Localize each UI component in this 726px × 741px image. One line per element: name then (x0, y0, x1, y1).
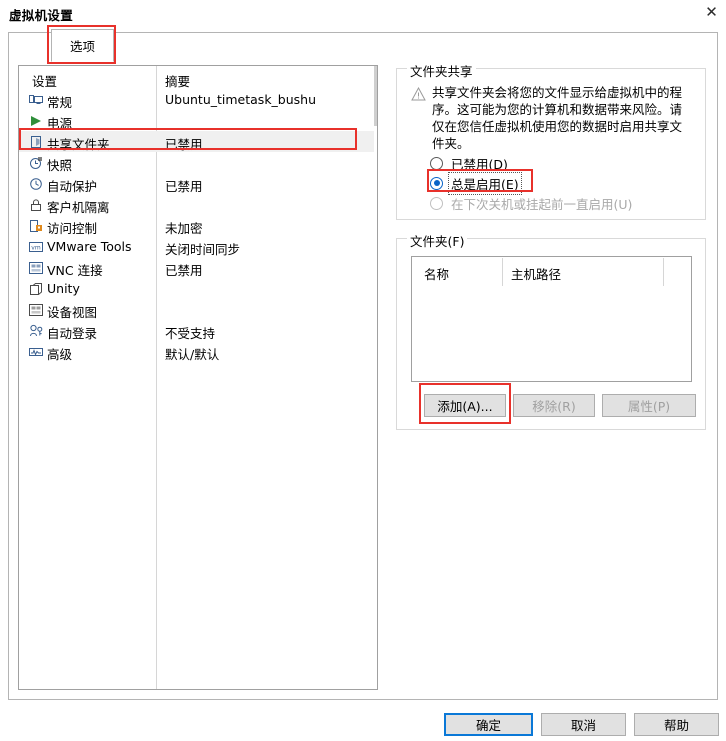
folder-sharing-group-title: 文件夹共享 (407, 61, 476, 80)
settings-list-item-summary: 已禁用 (165, 137, 203, 152)
ok-button[interactable]: 确定 (444, 713, 533, 736)
add-folder-button[interactable]: 添加(A)... (424, 394, 506, 417)
scrollbar-thumb[interactable] (374, 66, 377, 126)
settings-list-item-label: 快照 (47, 158, 73, 173)
settings-list-item-2[interactable]: 共享文件夹 已禁用 (19, 131, 377, 152)
folder-properties-button[interactable]: 属性(P) (602, 394, 696, 417)
radio-mark-always (430, 176, 443, 190)
settings-list-scrollbar[interactable] (374, 66, 377, 689)
unity-icon (28, 281, 44, 297)
settings-list-item-label: Unity (47, 281, 80, 296)
autologin-icon (28, 323, 44, 339)
settings-list-item-label: VNC 连接 (47, 263, 103, 278)
settings-list-item-8[interactable]: VNC 连接 已禁用 (19, 257, 377, 278)
settings-list-item-0[interactable]: 常规 Ubuntu_timetask_bushu (19, 89, 377, 110)
monitor-icon (28, 92, 44, 108)
settings-list-item-6[interactable]: 访问控制 未加密 (19, 215, 377, 236)
settings-list-item-label: 电源 (47, 116, 73, 131)
settings-list-item-summary: 已禁用 (165, 263, 203, 278)
settings-list-item-summary: 关闭时间同步 (165, 242, 241, 257)
tab-options[interactable]: 选项 (51, 29, 114, 62)
settings-list-item-7[interactable]: vm VMware Tools 关闭时间同步 (19, 236, 377, 257)
table-header-name: 名称 (424, 267, 450, 282)
settings-list-item-4[interactable]: 自动保护 已禁用 (19, 173, 377, 194)
header-setting: 设置 (32, 74, 58, 89)
settings-list[interactable]: 设置 摘要 常规 Ubuntu_timetask_bushu 电源 共享文件夹 已禁用快… (18, 65, 378, 690)
help-button[interactable]: 帮助 (634, 713, 719, 736)
window-title: 虚拟机设置 (9, 8, 74, 23)
radio-mark-until (430, 196, 443, 210)
folder-sharing-warning-text: 共享文件夹会将您的文件显示给虚拟机中的程序。这可能为您的计算机和数据带来风险。请… (432, 85, 683, 151)
settings-list-item-label: 高级 (47, 347, 73, 362)
folders-group-title: 文件夹(F) (407, 231, 468, 250)
settings-list-item-label: 访问控制 (47, 221, 98, 236)
settings-list-item-summary: 不受支持 (165, 326, 216, 341)
settings-list-item-label: 自动保护 (47, 179, 98, 194)
header-summary: 摘要 (165, 74, 191, 89)
svg-text:vm: vm (31, 245, 41, 252)
settings-list-item-label: 共享文件夹 (47, 137, 110, 152)
radio-label-always: 总是启用(E) (448, 171, 522, 195)
vmware-tools-icon: vm (28, 239, 44, 255)
table-divider-2 (663, 258, 664, 286)
lock-icon (28, 197, 44, 213)
settings-list-item-label: VMware Tools (47, 239, 132, 254)
settings-list-item-label: 设备视图 (47, 305, 98, 320)
power-play-icon (28, 113, 44, 129)
radio-sharing-disabled[interactable]: 已禁用(D) (430, 153, 510, 173)
radio-sharing-until-shutdown[interactable]: 在下次关机或挂起前一直启用(U) (430, 193, 634, 213)
settings-list-header: 设置 摘要 (19, 66, 377, 89)
radio-label-until: 在下次关机或挂起前一直启用(U) (451, 196, 633, 212)
autoprotect-icon (28, 176, 44, 192)
settings-list-item-summary: 未加密 (165, 221, 203, 236)
settings-list-item-label: 客户机隔离 (47, 200, 110, 215)
settings-list-item-3[interactable]: 快照 (19, 152, 377, 173)
vnc-icon (28, 260, 44, 276)
table-divider-1 (502, 258, 503, 286)
radio-label-disabled: 已禁用(D) (451, 156, 508, 172)
close-icon[interactable]: ✕ (697, 0, 726, 24)
settings-list-item-11[interactable]: 自动登录 不受支持 (19, 320, 377, 341)
settings-list-rows: 常规 Ubuntu_timetask_bushu 电源 共享文件夹 已禁用 快照 自动保护已… (19, 89, 377, 362)
settings-list-item-label: 常规 (47, 95, 73, 110)
settings-list-item-summary: Ubuntu_timetask_bushu (165, 92, 317, 107)
folder-sharing-group: 文件夹共享 共享文件夹会将您的文件显示给虚拟机中的程序。这可能为您的计算机和数据… (396, 61, 706, 220)
settings-list-item-12[interactable]: 高级 默认/默认 (19, 341, 377, 362)
settings-list-item-10[interactable]: 设备视图 (19, 299, 377, 320)
settings-list-item-summary: 已禁用 (165, 179, 203, 194)
settings-list-item-5[interactable]: 客户机隔离 (19, 194, 377, 215)
table-header-host-path: 主机路径 (511, 267, 562, 282)
snapshot-clock-icon (28, 155, 44, 171)
folders-table[interactable]: 名称 主机路径 (411, 256, 692, 382)
access-control-icon (28, 218, 44, 234)
radio-mark-disabled (430, 156, 443, 170)
shared-folder-icon (28, 134, 44, 150)
cancel-button[interactable]: 取消 (541, 713, 626, 736)
warning-triangle-icon (411, 87, 426, 101)
settings-list-item-summary: 默认/默认 (165, 347, 220, 362)
settings-list-item-9[interactable]: Unity (19, 278, 377, 299)
remove-folder-button[interactable]: 移除(R) (513, 394, 595, 417)
settings-list-item-1[interactable]: 电源 (19, 110, 377, 131)
settings-list-item-label: 自动登录 (47, 326, 98, 341)
radio-sharing-always-enabled[interactable]: 总是启用(E) (430, 171, 522, 195)
device-view-icon (28, 302, 44, 318)
title-bar: 虚拟机设置 ✕ (0, 0, 726, 26)
advanced-icon (28, 344, 44, 360)
